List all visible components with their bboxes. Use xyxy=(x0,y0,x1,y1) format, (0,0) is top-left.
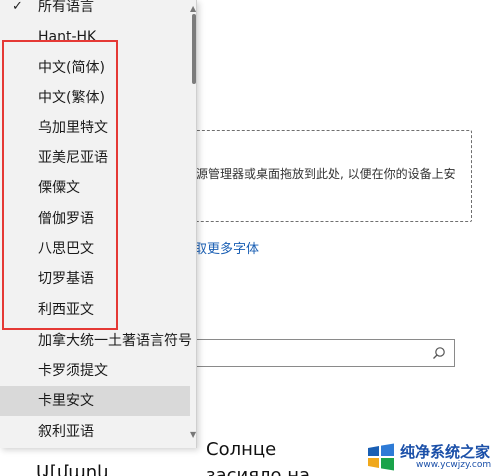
dropdown-item-label: 八思巴文 xyxy=(38,241,94,257)
watermark-title: 纯净系统之家 xyxy=(400,443,491,461)
dropdown-item-label: Hant-HK xyxy=(38,29,97,45)
dropdown-item-label: 卡罗须提文 xyxy=(38,363,108,379)
dropdown-scrollbar-thumb[interactable] xyxy=(192,14,196,84)
dropdown-item[interactable]: 切罗基语 xyxy=(0,264,190,294)
dropdown-item-label: 卡里安文 xyxy=(38,393,94,409)
dropdown-item[interactable]: 乌加里特文 xyxy=(0,113,190,143)
watermark-url: www.ycwjzy.com xyxy=(416,460,492,470)
dropdown-item-label: 中文(繁体) xyxy=(38,90,105,106)
get-more-fonts-link[interactable]: 取更多字体 xyxy=(194,238,259,257)
dropdown-item-label: 乌加里特文 xyxy=(38,120,108,136)
windows-logo-icon xyxy=(368,443,394,471)
dropdown-item[interactable]: 亚美尼亚语 xyxy=(0,143,190,173)
font-preview-text: Ա[մարև xyxy=(36,462,112,476)
dropdown-item[interactable]: 八思巴文 xyxy=(0,234,190,264)
watermark: 纯净系统之家 www.ycwjzy.com xyxy=(366,440,496,474)
dropdown-item[interactable]: 利西亚文 xyxy=(0,295,190,325)
drop-zone-text: 源管理器或桌面拖放到此处, 以便在你的设备上安 xyxy=(196,167,456,181)
search-icon[interactable] xyxy=(432,346,446,360)
dropdown-item[interactable]: 卡罗须提文 xyxy=(0,356,190,386)
dropdown-item-label: 傈僳文 xyxy=(38,180,80,196)
dropdown-item-label: 亚美尼亚语 xyxy=(38,150,108,166)
dropdown-item-label: 僧伽罗语 xyxy=(38,211,94,227)
dropdown-item[interactable]: 中文(简体) xyxy=(0,53,190,83)
dropdown-item-label: 所有语言 xyxy=(38,0,94,15)
font-preview-text: Солнце xyxy=(206,439,277,460)
dropdown-item-label: 中文(简体) xyxy=(38,60,105,76)
dropdown-item-label: 叙利亚语 xyxy=(38,424,94,440)
dropdown-item[interactable]: 叙利亚语 xyxy=(0,417,190,447)
dropdown-item-label: 加拿大统一土著语言符号 xyxy=(38,333,192,349)
dropdown-item-label: 切罗基语 xyxy=(38,271,94,287)
scroll-down-arrow-icon[interactable]: ▼ xyxy=(190,430,196,439)
dropdown-item-label: 利西亚文 xyxy=(38,302,94,318)
scroll-up-arrow-icon[interactable]: ▲ xyxy=(190,4,196,13)
dropdown-item[interactable]: 卡里安文 xyxy=(0,386,190,416)
dropdown-item[interactable]: 傈僳文 xyxy=(0,173,190,203)
font-preview-text: засияло на xyxy=(206,465,311,476)
dropdown-item[interactable]: 僧伽罗语 xyxy=(0,204,190,234)
dropdown-item[interactable]: 中文(繁体) xyxy=(0,83,190,113)
checkmark-icon: ✓ xyxy=(12,0,23,14)
dropdown-item[interactable]: 加拿大统一土著语言符号 xyxy=(0,326,192,356)
language-filter-dropdown[interactable]: ✓ 所有语言 Hant-HK 中文(简体) 中文(繁体) 乌加里特文 亚美尼亚语… xyxy=(0,0,197,448)
dropdown-item-all-languages[interactable]: ✓ 所有语言 xyxy=(0,0,190,22)
dropdown-item[interactable]: Hant-HK xyxy=(0,22,190,52)
